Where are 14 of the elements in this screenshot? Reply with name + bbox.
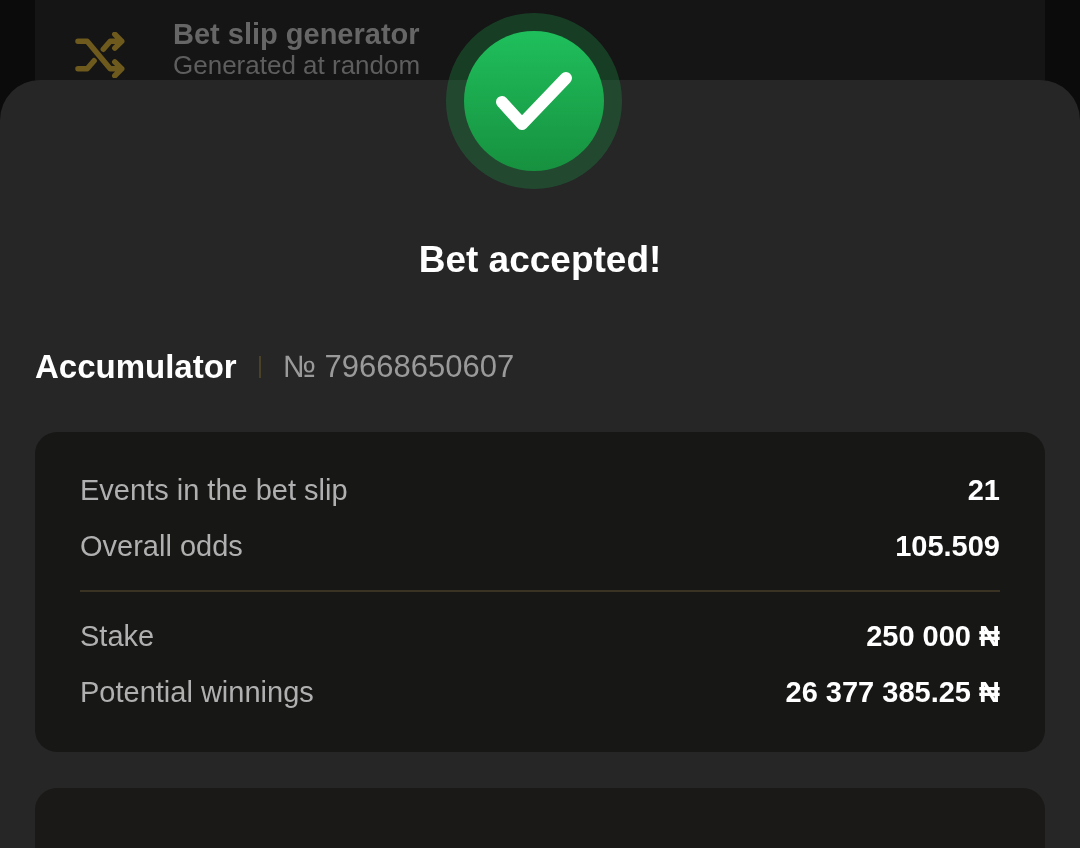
summary-label: Overall odds	[80, 529, 243, 563]
generator-title: Bet slip generator	[173, 18, 421, 50]
bet-type: Accumulator	[35, 348, 237, 386]
bet-number: № 79668650607	[282, 349, 515, 385]
dialog-title: Bet accepted!	[417, 238, 663, 282]
summary-value: 250 000 ₦	[866, 619, 1000, 653]
summary-value: 21	[967, 473, 1000, 507]
summary-value: 26 377 385.25 ₦	[785, 675, 1000, 709]
generator-subtitle: Generated at random	[173, 50, 421, 80]
summary-label: Events in the bet slip	[80, 473, 348, 507]
summary-label: Potential winnings	[80, 675, 314, 709]
summary-value: 105.509	[895, 529, 1000, 563]
summary-label: Stake	[80, 619, 155, 653]
checkmark-icon	[494, 70, 574, 132]
